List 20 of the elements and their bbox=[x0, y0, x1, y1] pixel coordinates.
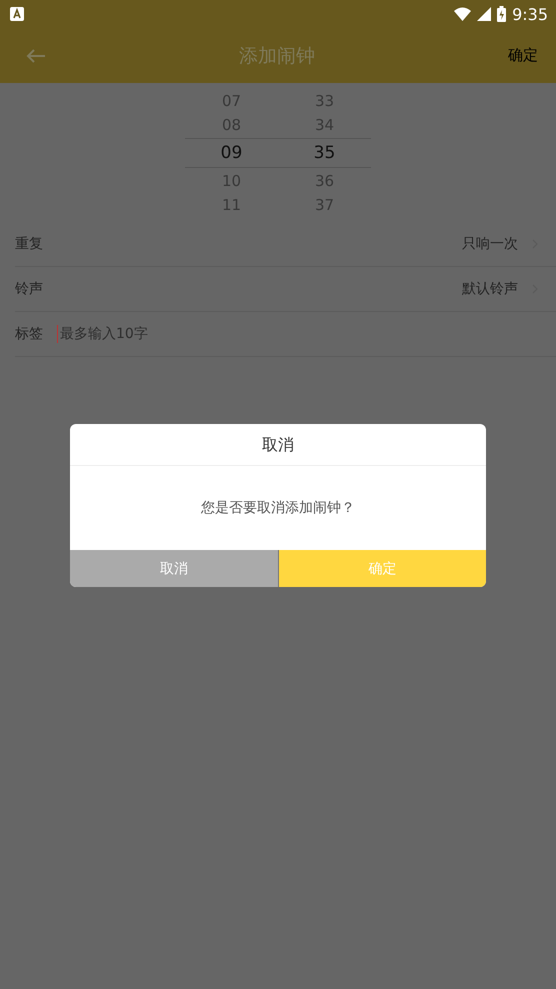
screen-title: 添加闹钟 bbox=[238, 44, 316, 68]
clock-time: 9:35 bbox=[512, 4, 548, 24]
picker-number[interactable]: 09 bbox=[185, 138, 278, 168]
confirm-link[interactable]: 确定 bbox=[508, 46, 538, 65]
setting-label: 铃声 bbox=[15, 280, 43, 298]
dialog-title: 取消 bbox=[70, 424, 486, 466]
setting-label: 重复 bbox=[15, 235, 43, 253]
dialog-message: 您是否要取消添加闹钟？ bbox=[200, 499, 356, 518]
setting-value[interactable]: 默认铃声 bbox=[462, 280, 518, 298]
confirm-button[interactable]: 确定 bbox=[278, 550, 486, 587]
cancel-button[interactable]: 取消 bbox=[70, 550, 278, 587]
setting-value[interactable]: 只响一次 bbox=[462, 235, 518, 253]
battery-icon bbox=[497, 6, 506, 22]
label-input-field[interactable]: 最多输入10字 bbox=[57, 325, 538, 343]
wifi-icon bbox=[454, 7, 472, 21]
signal-icon bbox=[477, 7, 492, 21]
notification-icon bbox=[10, 7, 24, 21]
setting-label: 标签 bbox=[15, 325, 43, 343]
back-arrow-icon[interactable] bbox=[26, 48, 46, 62]
picker-number[interactable]: 35 bbox=[278, 138, 371, 168]
